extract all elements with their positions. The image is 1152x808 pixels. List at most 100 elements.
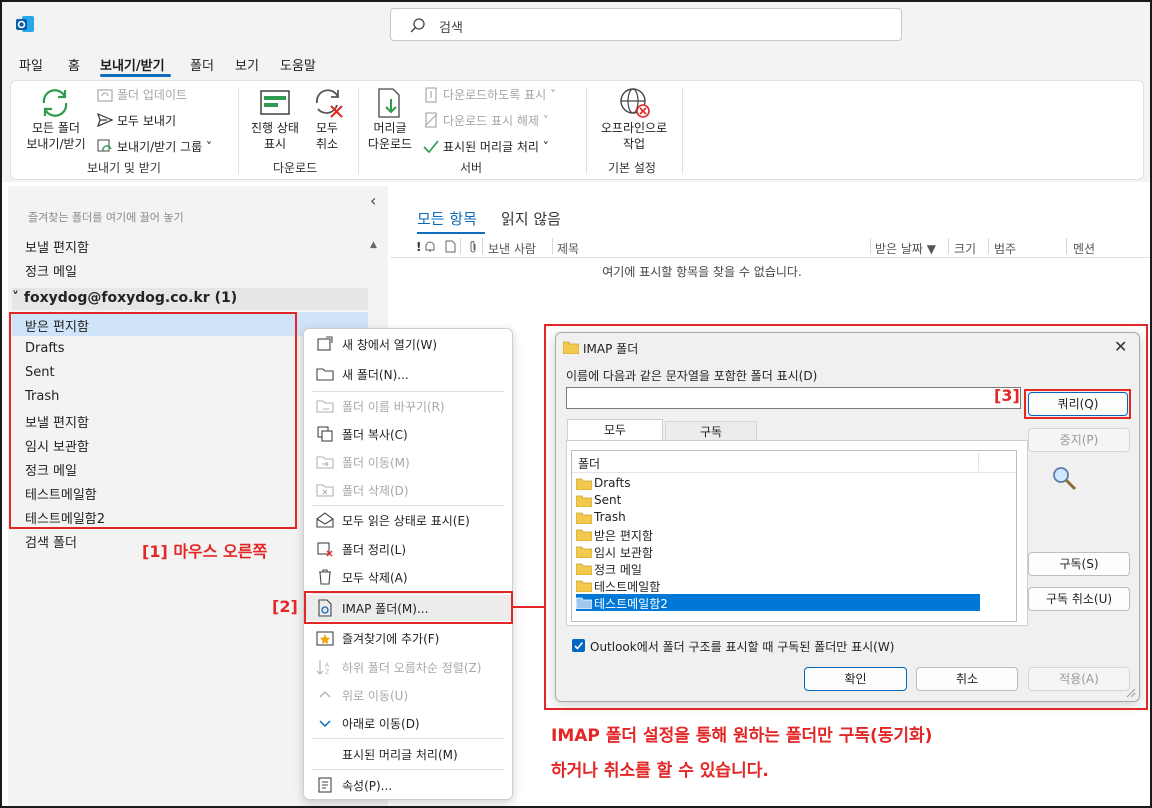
ribbon-group-server: 서버 <box>460 161 483 175</box>
favorite-outbox[interactable]: 보낼 편지함 <box>25 237 89 256</box>
annotation-caption-line1: IMAP 폴더 설정을 통해 원하는 폴더만 구독(동기화) <box>551 726 933 746</box>
mark-download-button[interactable]: 다운로드하도록 표시 ˅ <box>443 87 556 103</box>
search-icon <box>410 18 425 33</box>
ribbon-separator <box>682 88 683 174</box>
mark-download-icon <box>425 87 437 103</box>
outlook-icon[interactable] <box>16 15 34 33</box>
menu-send-receive[interactable]: 보내기/받기 <box>100 55 165 74</box>
chevron-up-icon <box>319 691 331 698</box>
ctx-move-folder[interactable]: 폴더 이동(M) <box>304 449 512 475</box>
ctx-clean-up-folder[interactable]: 폴더 정리(L) <box>304 536 512 562</box>
received-date-column[interactable]: 받은 날짜 ▼ <box>875 240 936 257</box>
menu-view[interactable]: 보기 <box>235 55 259 74</box>
mark-read-icon <box>316 512 334 528</box>
ctx-new-folder[interactable]: 새 폴더(N)... <box>304 361 512 387</box>
menu-bar: 파일 홈 보내기/받기 폴더 보기 도움말 <box>0 48 1152 78</box>
item-type-icon[interactable] <box>445 240 456 253</box>
ctx-copy-folder[interactable]: 폴더 복사(C) <box>304 421 512 447</box>
folder-context-menu: 새 창에서 열기(W) 새 폴더(N)... 폴더 이름 바꾸기(R) 폴더 복… <box>303 328 513 800</box>
show-progress-icon <box>260 90 290 115</box>
subject-column[interactable]: 제목 <box>557 240 579 257</box>
folder-search-folders[interactable]: 검색 폴더 <box>25 532 77 551</box>
download-headers-icon <box>378 88 400 118</box>
send-receive-groups-icon <box>97 139 112 152</box>
empty-list-message: 여기에 표시할 항목을 찾을 수 없습니다. <box>602 265 802 279</box>
reminder-bell-icon[interactable] <box>424 240 436 253</box>
scroll-up-icon[interactable]: ▲ <box>370 240 377 250</box>
chevron-down-icon <box>319 720 331 728</box>
menu-file[interactable]: 파일 <box>19 55 43 74</box>
ctx-mark-all-read[interactable]: 모두 읽은 상태로 표시(E) <box>304 507 512 533</box>
menu-help[interactable]: 도움말 <box>280 55 316 74</box>
new-window-icon <box>317 336 333 351</box>
collapse-pane-icon[interactable]: ‹ <box>370 191 376 210</box>
ctx-sort-subfolders[interactable]: AZ 하위 폴더 오름차순 정렬(Z) <box>304 654 512 680</box>
ctx-delete-folder[interactable]: 폴더 삭제(D) <box>304 477 512 503</box>
cancel-all-button[interactable]: 모두 취소 <box>305 120 349 152</box>
move-folder-icon <box>316 456 334 469</box>
importance-column[interactable]: ! <box>416 240 421 254</box>
annotation-box-query <box>1024 389 1131 419</box>
send-all-icon <box>97 112 113 128</box>
annotation-step1: [1] 마우스 오른쪽 <box>142 542 268 561</box>
favorites-drop-hint: 즐겨찾는 폴더를 여기에 끌어 놓기 <box>28 211 184 224</box>
tab-unread[interactable]: 읽지 않음 <box>501 208 561 229</box>
ctx-open-new-window[interactable]: 새 창에서 열기(W) <box>304 331 512 357</box>
active-menu-indicator <box>100 74 171 77</box>
rename-folder-icon <box>316 400 334 413</box>
ctx-delete-all[interactable]: 모두 삭제(A) <box>304 564 512 590</box>
attachment-icon[interactable] <box>468 240 478 254</box>
favorite-star-icon <box>316 631 334 646</box>
checkmark-icon <box>423 140 439 154</box>
process-marked-headers-button[interactable]: 표시된 머리글 처리 ˅ <box>443 139 549 155</box>
ctx-properties[interactable]: 속성(P)... <box>304 772 512 798</box>
send-receive-all-button[interactable]: 모든 폴더 보내기/받기 <box>18 120 94 152</box>
update-folder-icon <box>97 89 113 102</box>
svg-text:A: A <box>325 662 330 669</box>
from-column[interactable]: 보낸 사람 <box>488 240 536 257</box>
annotation-caption-line2: 하거나 취소를 할 수 있습니다. <box>551 761 769 781</box>
trash-icon <box>319 569 331 585</box>
ribbon-group-send-receive: 보내기 및 받기 <box>87 161 161 175</box>
active-tab-indicator <box>417 232 485 234</box>
work-offline-button[interactable]: 오프라인으로 작업 <box>594 120 674 152</box>
category-column[interactable]: 범주 <box>994 240 1016 257</box>
send-all-button[interactable]: 모두 보내기 <box>117 113 176 129</box>
ctx-process-marked-headers[interactable]: 표시된 머리글 처리(M) <box>304 741 512 767</box>
annotation-box-dialog <box>544 324 1148 710</box>
send-receive-groups-button[interactable]: 보내기/받기 그룹 ˅ <box>117 139 212 155</box>
annotation-box-folders <box>9 312 297 529</box>
annotation-step2: [2] <box>272 597 298 616</box>
ctx-move-down[interactable]: 아래로 이동(D) <box>304 710 512 736</box>
menu-home[interactable]: 홈 <box>68 55 80 74</box>
download-headers-button[interactable]: 머리글 다운로드 <box>362 120 418 152</box>
delete-folder-icon <box>316 484 334 497</box>
cleanup-folder-icon <box>317 542 333 557</box>
annotation-step3: [3] <box>994 386 1020 405</box>
mention-column[interactable]: 멘션 <box>1073 240 1095 257</box>
ribbon-separator <box>238 88 239 174</box>
menu-folder[interactable]: 폴더 <box>190 55 214 74</box>
update-folder-button[interactable]: 폴더 업데이트 <box>117 87 187 103</box>
annotation-connector <box>513 606 545 608</box>
ribbon-separator <box>586 88 587 174</box>
tab-all-items[interactable]: 모든 항목 <box>417 208 477 229</box>
ctx-rename-folder[interactable]: 폴더 이름 바꾸기(R) <box>304 393 512 419</box>
ctx-move-up[interactable]: 위로 이동(U) <box>304 682 512 708</box>
search-input[interactable]: 검색 <box>390 8 902 41</box>
sort-ascending-icon: AZ <box>316 660 330 676</box>
cancel-all-icon <box>316 89 343 118</box>
ribbon-group-preferences: 기본 설정 <box>608 161 656 175</box>
ribbon-group-download: 다운로드 <box>273 161 318 175</box>
show-progress-button[interactable]: 진행 상태 표시 <box>245 120 305 152</box>
account-header[interactable]: ˅ foxydog@foxydog.co.kr (1) <box>12 290 237 306</box>
favorite-junk[interactable]: 정크 메일 <box>25 261 77 280</box>
annotation-box-imap-menu <box>304 591 513 624</box>
svg-text:Z: Z <box>325 669 329 676</box>
work-offline-icon <box>620 88 650 118</box>
size-column[interactable]: 크기 <box>954 240 976 257</box>
send-receive-all-icon <box>42 89 68 117</box>
ctx-add-to-favorites[interactable]: 즐겨찾기에 추가(F) <box>304 625 512 651</box>
unmark-download-button[interactable]: 다운로드 표시 해제 ˅ <box>443 113 549 129</box>
properties-icon <box>318 777 332 793</box>
